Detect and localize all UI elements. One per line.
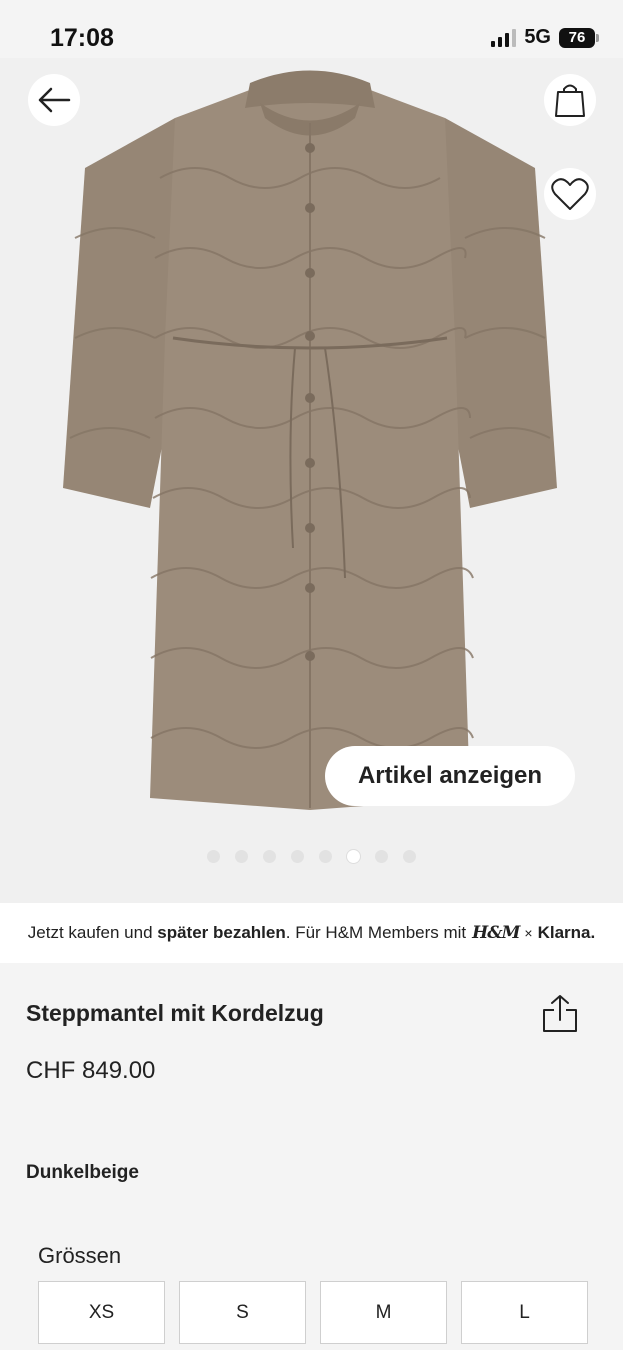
gallery-dot[interactable]: [207, 850, 220, 863]
share-button[interactable]: [540, 994, 580, 1034]
times-sign: ×: [524, 925, 533, 941]
gallery-dot[interactable]: [235, 850, 248, 863]
battery-level: 76: [568, 29, 586, 46]
size-selector: XS S M L: [38, 1281, 588, 1344]
status-bar: 17:08 5G 76: [0, 0, 623, 58]
favorite-button[interactable]: [544, 168, 596, 220]
signal-icon: [491, 28, 517, 47]
battery-icon: 76: [559, 27, 599, 48]
sizes-heading: Grössen: [38, 1243, 122, 1268]
promo-text-bold: später bezahlen: [157, 923, 286, 942]
gallery-pagination: [0, 850, 623, 863]
gallery-dot[interactable]: [403, 850, 416, 863]
heart-icon: [551, 178, 589, 210]
product-title: Steppmantel mit Kordelzug: [26, 1000, 324, 1026]
size-option-l[interactable]: L: [461, 1281, 588, 1344]
arrow-left-icon: [38, 87, 71, 113]
size-option-m[interactable]: M: [320, 1281, 447, 1344]
network-type: 5G: [524, 26, 551, 48]
product-price: CHF 849.00: [26, 1057, 156, 1084]
size-option-xs[interactable]: XS: [38, 1281, 165, 1344]
gallery-dot[interactable]: [375, 850, 388, 863]
promo-text-end: . Für H&M Members mit: [285, 923, 467, 942]
promo-text-start: Jetzt kaufen und: [27, 923, 158, 942]
status-indicators: 5G 76: [491, 26, 599, 49]
size-option-s[interactable]: S: [179, 1281, 306, 1344]
back-button[interactable]: [28, 74, 80, 126]
klarna-logo: Klarna.: [537, 923, 596, 942]
gallery-dot[interactable]: [263, 850, 276, 863]
status-time: 17:08: [50, 24, 114, 52]
gallery-dot[interactable]: [291, 850, 304, 863]
shopping-bag-icon: [555, 84, 585, 117]
product-image-gallery[interactable]: Artikel anzeigen: [0, 58, 623, 903]
product-color: Dunkelbeige: [26, 1162, 139, 1183]
gallery-dot-active[interactable]: [347, 850, 360, 863]
product-image: [63, 70, 557, 810]
share-icon: [543, 995, 577, 1032]
hm-logo: H&M: [472, 923, 520, 943]
view-item-button[interactable]: Artikel anzeigen: [325, 746, 575, 806]
shopping-bag-button[interactable]: [544, 74, 596, 126]
gallery-dot[interactable]: [319, 850, 332, 863]
klarna-promo-banner[interactable]: Jetzt kaufen und später bezahlen . Für H…: [0, 903, 623, 963]
